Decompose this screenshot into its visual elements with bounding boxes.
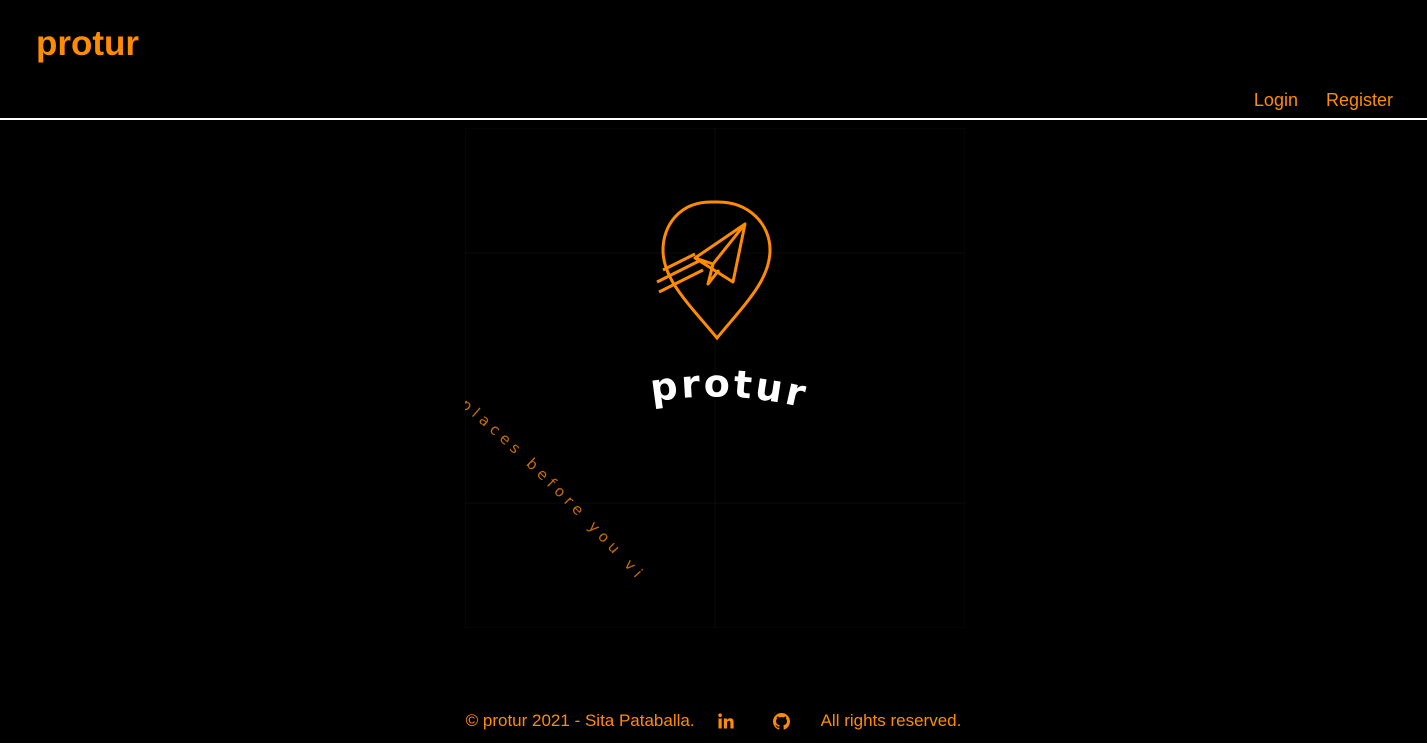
hero-tagline: places before you visit [465,128,645,585]
svg-text:protur: protur [648,361,812,416]
nav-links: Login Register [1254,90,1393,111]
footer-copyright: © protur 2021 - Sita Pataballa. [465,711,695,730]
hero-logo-animation: places before you visit protur [465,128,965,628]
navbar: protur Login Register [0,0,1427,120]
paper-plane-map-pin-icon [656,200,772,341]
hero-logo-wordmark: protur [648,361,812,416]
hero-logo-text: protur [648,361,809,416]
footer-rights: All rights reserved. [820,711,962,730]
login-link[interactable]: Login [1254,90,1298,111]
svg-text:places before you visit: places before you visit [465,128,650,585]
footer: © protur 2021 - Sita Pataballa. All righ… [0,706,1427,736]
brand-logo-link[interactable]: protur [36,24,139,64]
linkedin-icon[interactable] [715,710,737,732]
register-link[interactable]: Register [1326,90,1393,111]
github-icon[interactable] [771,710,793,732]
